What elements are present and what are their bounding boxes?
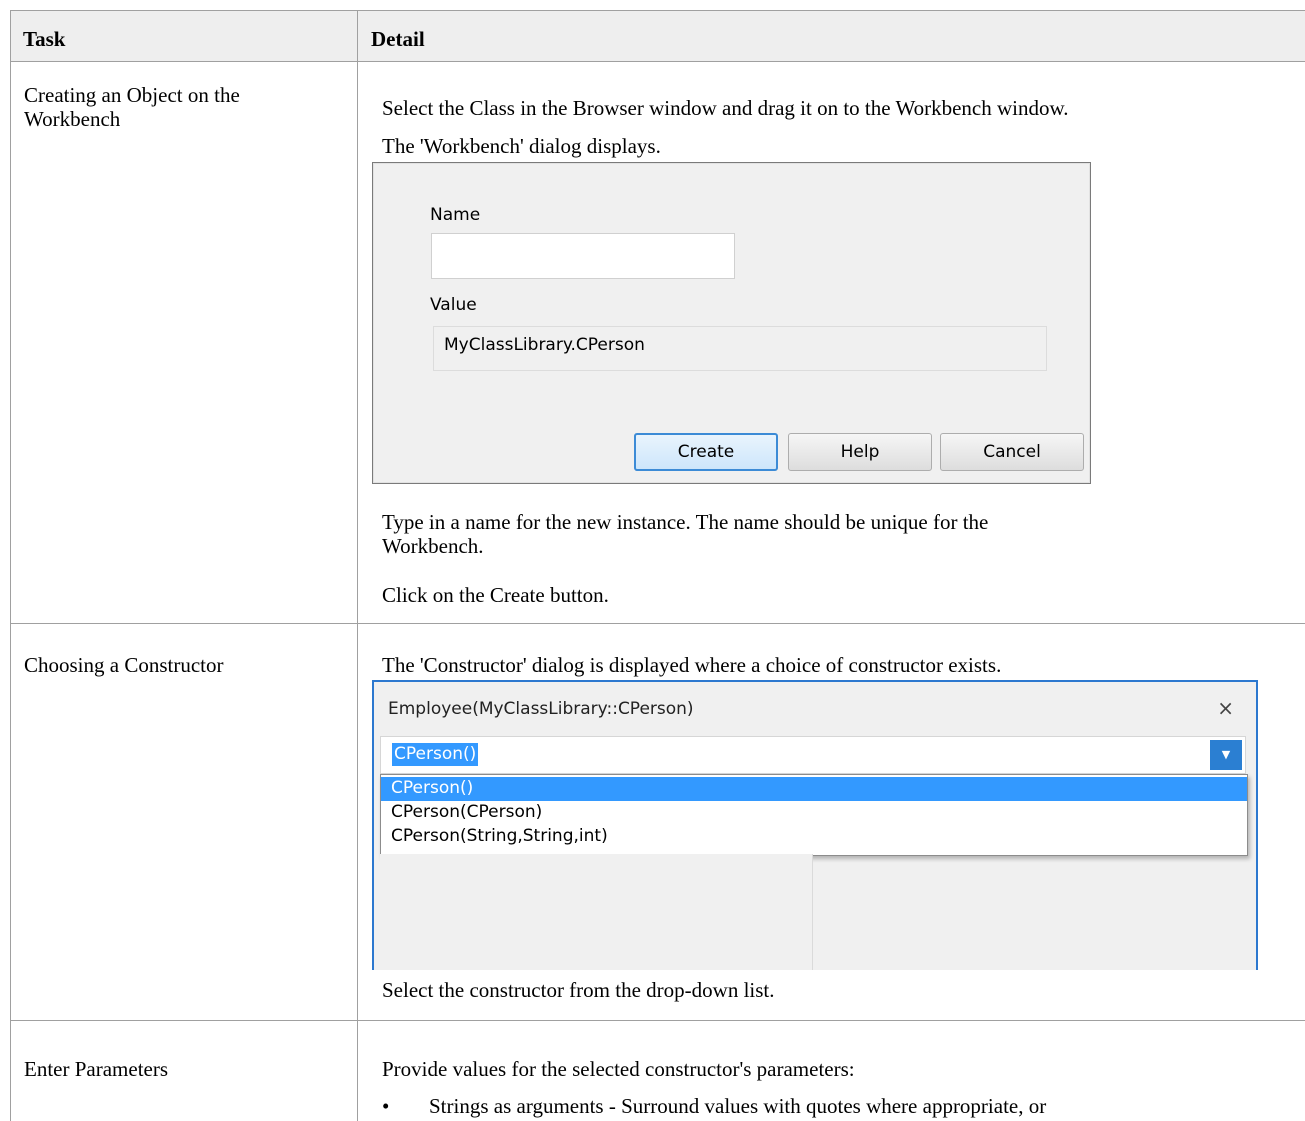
- name-label: Name: [430, 205, 481, 225]
- close-icon[interactable]: ×: [1217, 696, 1234, 720]
- detail-text: The 'Workbench' dialog displays.: [382, 134, 661, 158]
- workbench-dialog: Name Value MyClassLibrary.CPerson Create…: [372, 162, 1091, 484]
- constructor-select[interactable]: CPerson() ▼: [380, 736, 1246, 774]
- name-input[interactable]: [431, 233, 735, 279]
- detail-text: Select the constructor from the drop-dow…: [382, 978, 775, 1002]
- task-creating-object: Creating an Object on the Workbench: [24, 83, 240, 131]
- detail-text: Click on the Create button.: [382, 583, 609, 607]
- cancel-button[interactable]: Cancel: [940, 433, 1084, 471]
- row-divider: [11, 623, 1305, 624]
- header-task: Task: [23, 27, 66, 51]
- help-button[interactable]: Help: [788, 433, 932, 471]
- detail-text: Provide values for the selected construc…: [382, 1057, 855, 1081]
- constructor-dropdown-list: CPerson() CPerson(CPerson) CPerson(Strin…: [380, 774, 1248, 856]
- create-button[interactable]: Create: [634, 433, 778, 471]
- value-text: MyClassLibrary.CPerson: [444, 335, 645, 355]
- dialog-title: Employee(MyClassLibrary::CPerson): [388, 699, 694, 719]
- value-field[interactable]: MyClassLibrary.CPerson: [433, 326, 1047, 371]
- value-label: Value: [430, 295, 477, 315]
- task-enter-parameters: Enter Parameters: [24, 1057, 169, 1081]
- dialog-pane: [380, 854, 813, 970]
- bullet: •: [382, 1094, 390, 1118]
- constructor-option[interactable]: CPerson(String,String,int): [381, 825, 1247, 849]
- column-divider: [357, 11, 358, 1121]
- bullet-text: Strings as arguments - Surround values w…: [429, 1094, 1047, 1118]
- detail-text: Type in a name for the new instance. The…: [382, 510, 989, 534]
- constructor-option[interactable]: CPerson(CPerson): [381, 801, 1247, 825]
- detail-text: The 'Constructor' dialog is displayed wh…: [382, 653, 1002, 677]
- chevron-down-icon[interactable]: ▼: [1210, 740, 1242, 770]
- header-detail: Detail: [371, 27, 425, 51]
- detail-text: Workbench.: [382, 534, 484, 558]
- row-divider: [11, 1020, 1305, 1021]
- selected-constructor: CPerson(): [392, 743, 479, 766]
- constructor-option[interactable]: CPerson(): [381, 777, 1247, 801]
- task-choosing-constructor: Choosing a Constructor: [24, 653, 224, 677]
- constructor-dialog: Employee(MyClassLibrary::CPerson) × CPer…: [372, 680, 1258, 970]
- detail-text: Select the Class in the Browser window a…: [382, 96, 1069, 120]
- table-header: Task Detail: [11, 11, 1305, 62]
